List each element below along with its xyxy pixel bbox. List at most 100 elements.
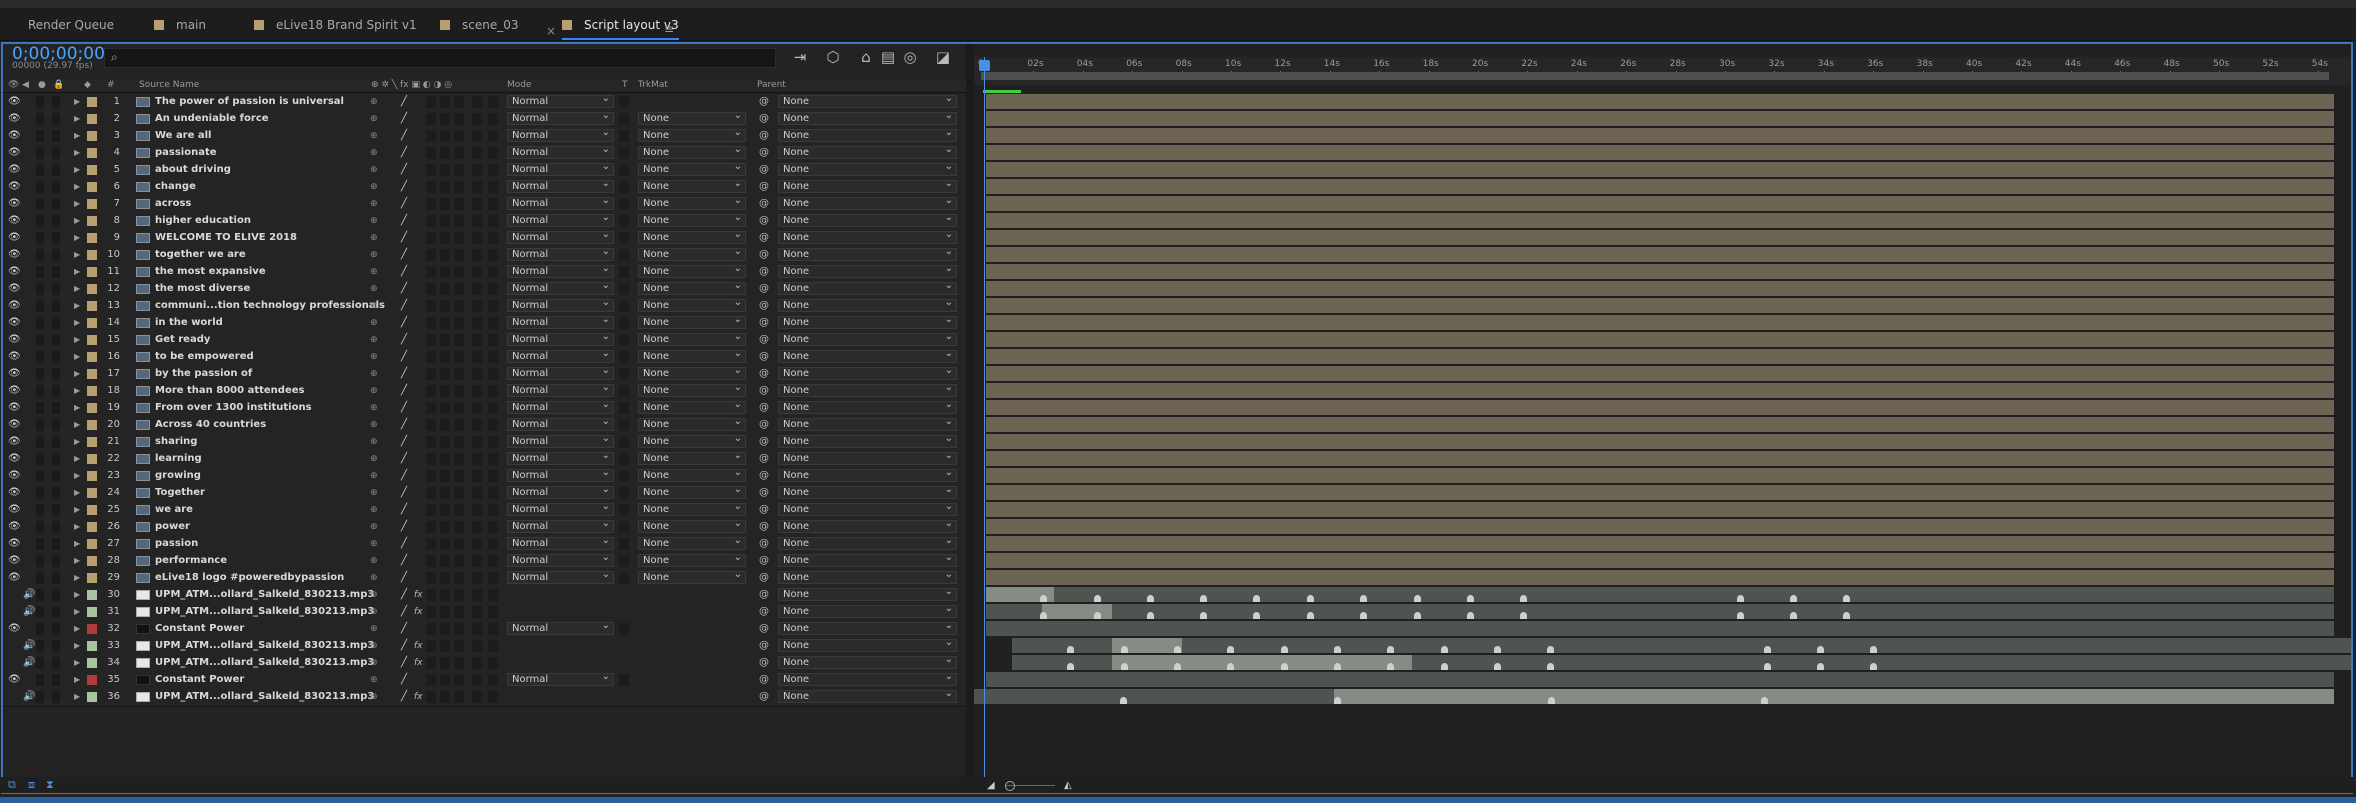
keyframe-icon[interactable] — [1360, 612, 1367, 619]
keyframe-icon[interactable] — [1441, 663, 1448, 670]
layer-row[interactable]: 👁 ▶ 18 More than 8000 attendees ⊕ ╱ Normal None… — [0, 382, 966, 401]
label-color-swatch[interactable] — [87, 420, 97, 430]
layer-switch-box[interactable] — [426, 623, 436, 635]
preserve-transparency-box[interactable] — [619, 113, 629, 125]
quality-switch-icon[interactable]: ╱ — [401, 638, 407, 654]
layer-switch-box[interactable] — [454, 351, 464, 363]
lock-switch[interactable] — [52, 283, 60, 295]
layer-switch-box[interactable] — [472, 130, 482, 142]
layer-row[interactable]: 👁 ▶ 22 learning ⊕ ╱ Normal None @ None — [0, 450, 966, 469]
shy-switch-icon[interactable]: ⊕ — [370, 400, 378, 416]
shy-switch-icon[interactable]: ⊕ — [370, 196, 378, 212]
video-visibility-eye-icon[interactable]: 👁 — [8, 162, 21, 178]
layer-switch-box[interactable] — [440, 368, 450, 380]
blend-mode-dropdown[interactable]: Normal — [507, 178, 614, 193]
lock-switch[interactable] — [52, 538, 60, 550]
keyframe-icon[interactable] — [1870, 646, 1877, 653]
solo-switch[interactable] — [36, 96, 44, 108]
parent-dropdown[interactable]: None — [778, 467, 957, 482]
layer-switch-box[interactable] — [488, 606, 498, 618]
layer-row[interactable]: 👁 ▶ 11 the most expansive ⊕ ╱ Normal None @ None — [0, 263, 966, 282]
zoom-slider-handle[interactable] — [1005, 781, 1015, 791]
layer-switch-box[interactable] — [440, 351, 450, 363]
keyframe-icon[interactable] — [1253, 595, 1260, 602]
expand-twirl-icon[interactable]: ▶ — [74, 655, 80, 671]
layer-row[interactable]: 🔊 ▶ 36 UPM_ATM...ollard_Salkeld_830213.mp3 ⊕… — [0, 688, 966, 707]
solo-switch[interactable] — [36, 232, 44, 244]
parent-dropdown[interactable]: None — [778, 450, 957, 465]
layer-switch-box[interactable] — [440, 657, 450, 669]
layer-switch-box[interactable] — [488, 351, 498, 363]
track-matte-dropdown[interactable]: None — [638, 212, 746, 227]
keyframe-icon[interactable] — [1334, 663, 1341, 670]
layer-switch-box[interactable] — [472, 691, 482, 703]
quality-switch-icon[interactable]: ╱ — [401, 400, 407, 416]
label-color-swatch[interactable] — [87, 522, 97, 532]
label-color-swatch[interactable] — [87, 233, 97, 243]
preserve-transparency-box[interactable] — [619, 436, 629, 448]
layer-switch-box[interactable] — [440, 674, 450, 686]
preserve-transparency-box[interactable] — [619, 96, 629, 108]
quality-switch-icon[interactable]: ╱ — [401, 162, 407, 178]
keyframe-icon[interactable] — [1067, 646, 1074, 653]
blend-mode-dropdown[interactable]: Normal — [507, 127, 614, 142]
layer-switch-box[interactable] — [472, 657, 482, 669]
keyframe-icon[interactable] — [1761, 697, 1768, 704]
pick-whip-icon[interactable]: @ — [759, 315, 769, 331]
tab-elive18-brand-spirit[interactable]: eLive18 Brand Spirit v1 — [254, 12, 417, 38]
keyframe-icon[interactable] — [1414, 595, 1421, 602]
quality-switch-icon[interactable]: ╱ — [401, 434, 407, 450]
parent-dropdown[interactable]: None — [778, 501, 957, 516]
pick-whip-icon[interactable]: @ — [759, 111, 769, 127]
layer-switch-box[interactable] — [426, 317, 436, 329]
pick-whip-icon[interactable]: @ — [759, 519, 769, 535]
layer-row[interactable]: 🔊 ▶ 34 UPM_ATM...ollard_Salkeld_830213.mp3 ⊕… — [0, 654, 966, 673]
layer-switch-box[interactable] — [440, 266, 450, 278]
layer-switch-box[interactable] — [440, 691, 450, 703]
layer-switch-box[interactable] — [472, 436, 482, 448]
expand-twirl-icon[interactable]: ▶ — [74, 315, 80, 331]
video-visibility-eye-icon[interactable]: 👁 — [8, 179, 21, 195]
layer-switch-box[interactable] — [472, 249, 482, 261]
pick-whip-icon[interactable]: @ — [759, 264, 769, 280]
track-matte-dropdown[interactable]: None — [638, 467, 746, 482]
quality-switch-icon[interactable]: ╱ — [401, 315, 407, 331]
layer-switch-box[interactable] — [472, 351, 482, 363]
layer-switch-box[interactable] — [472, 470, 482, 482]
layer-switch-box[interactable] — [454, 300, 464, 312]
solo-switch[interactable] — [36, 572, 44, 584]
lock-switch[interactable] — [52, 504, 60, 516]
preserve-transparency-box[interactable] — [619, 368, 629, 380]
solo-switch[interactable] — [36, 674, 44, 686]
lock-switch[interactable] — [52, 317, 60, 329]
layer-switch-box[interactable] — [454, 555, 464, 567]
pick-whip-icon[interactable]: @ — [759, 570, 769, 586]
video-visibility-eye-icon[interactable]: 👁 — [8, 281, 21, 297]
effects-switch-icon[interactable]: fx — [414, 689, 423, 705]
solo-switch[interactable] — [36, 317, 44, 329]
solo-switch[interactable] — [36, 504, 44, 516]
layer-switch-box[interactable] — [472, 419, 482, 431]
label-color-swatch[interactable] — [87, 216, 97, 226]
layer-switch-box[interactable] — [454, 113, 464, 125]
track-matte-dropdown[interactable]: None — [638, 314, 746, 329]
expand-twirl-icon[interactable]: ▶ — [74, 230, 80, 246]
layer-switch-box[interactable] — [472, 266, 482, 278]
layer-duration-bar[interactable] — [986, 553, 2334, 568]
solo-switch[interactable] — [36, 657, 44, 669]
video-visibility-eye-icon[interactable]: 👁 — [8, 400, 21, 416]
layer-switch-box[interactable] — [488, 521, 498, 533]
audio-toggle-icon[interactable]: 🔊 — [23, 638, 35, 654]
layer-duration-bar[interactable] — [986, 587, 2334, 602]
expand-twirl-icon[interactable]: ▶ — [74, 196, 80, 212]
pick-whip-icon[interactable]: @ — [759, 230, 769, 246]
track-matte-dropdown[interactable]: None — [638, 501, 746, 516]
expand-twirl-icon[interactable]: ▶ — [74, 179, 80, 195]
track-matte-dropdown[interactable]: None — [638, 331, 746, 346]
pick-whip-icon[interactable]: @ — [759, 604, 769, 620]
parent-dropdown[interactable]: None — [778, 399, 957, 414]
lock-switch[interactable] — [52, 419, 60, 431]
layer-switch-box[interactable] — [440, 606, 450, 618]
keyframe-icon[interactable] — [1121, 663, 1128, 670]
layer-switch-box[interactable] — [488, 334, 498, 346]
